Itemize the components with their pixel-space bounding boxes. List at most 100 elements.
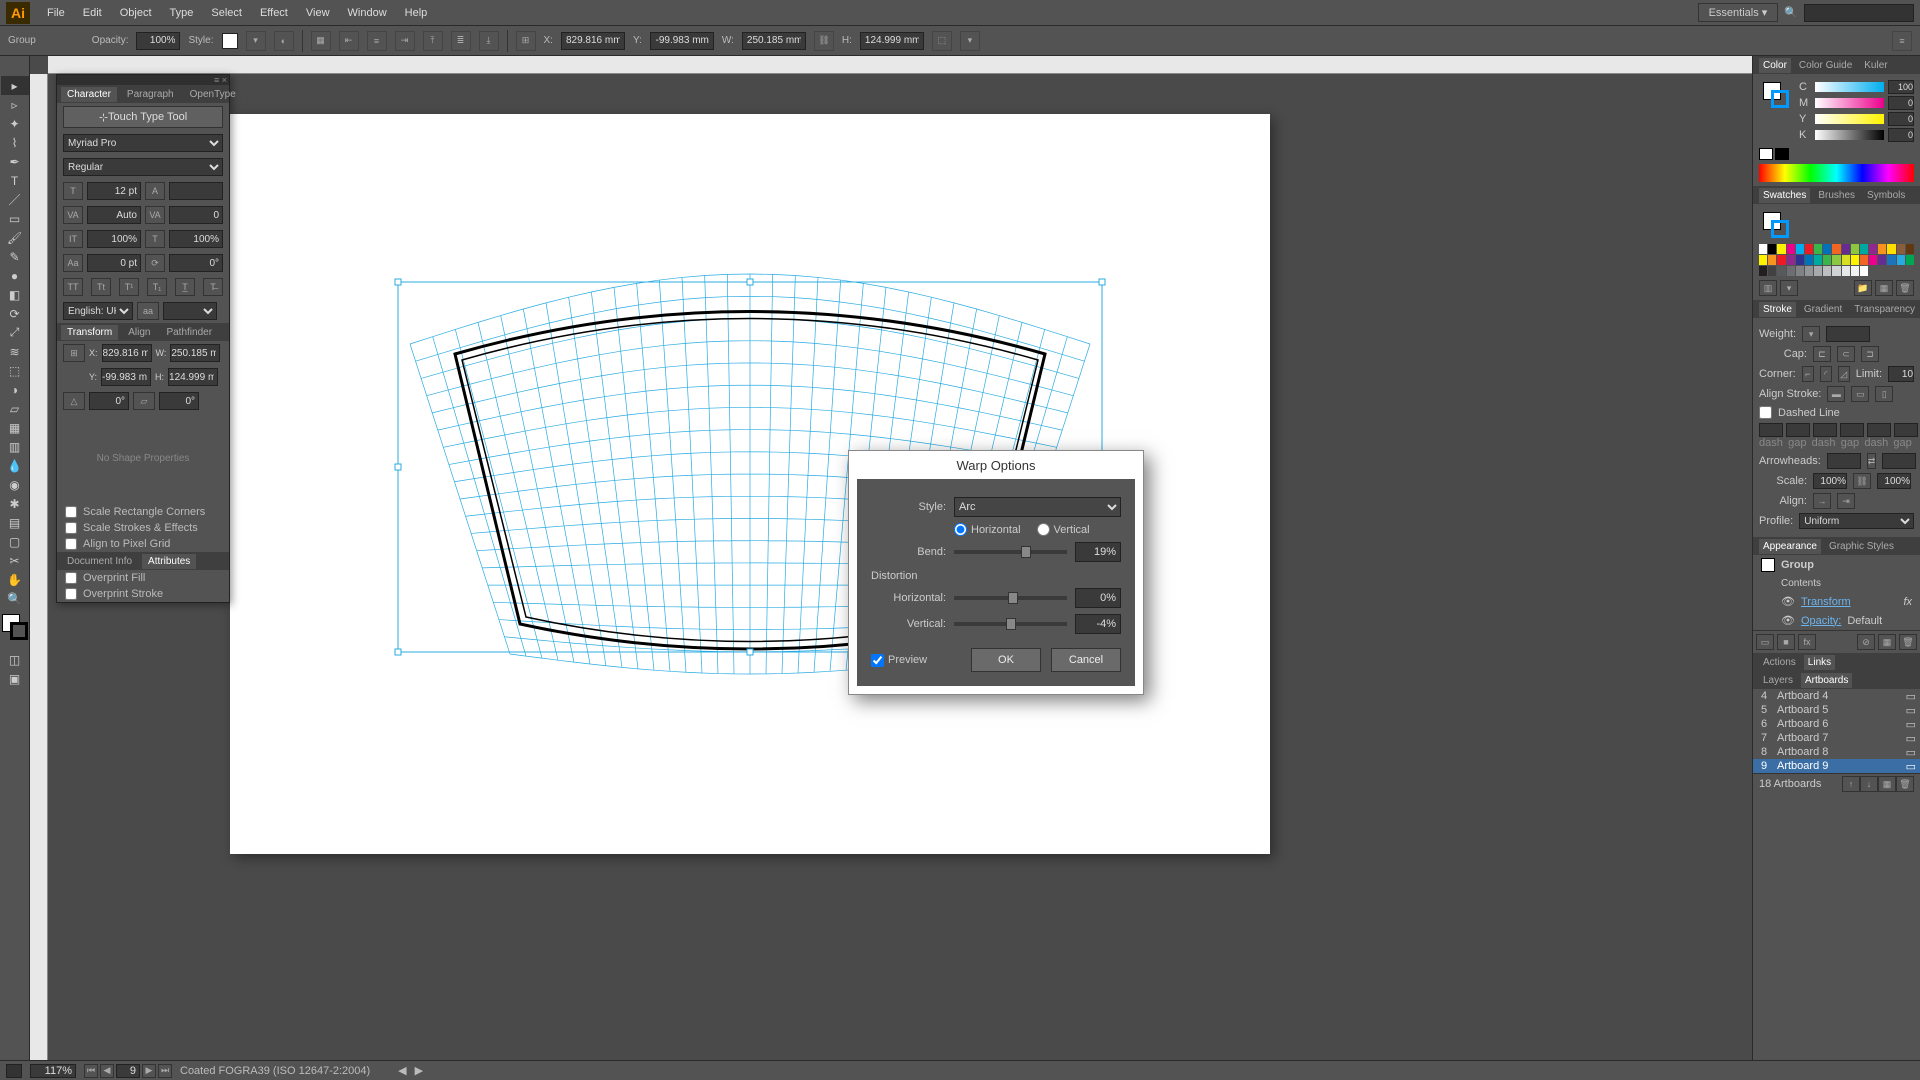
y-slider[interactable] — [1815, 114, 1884, 124]
arrowalign2-icon[interactable]: ⇥ — [1837, 493, 1855, 509]
width-tool[interactable]: ≋ — [1, 342, 29, 361]
scale-tool[interactable]: ⤢ — [1, 323, 29, 342]
transform-menu-icon[interactable]: ▾ — [960, 31, 980, 51]
gap2[interactable] — [1840, 423, 1864, 437]
pencil-tool[interactable]: ✎ — [1, 247, 29, 266]
menu-file[interactable]: File — [38, 7, 74, 19]
gap1[interactable] — [1786, 423, 1810, 437]
align-pixel-checkbox[interactable] — [65, 538, 77, 550]
status-scroll-left-icon[interactable]: ◀ — [398, 1064, 406, 1077]
menu-help[interactable]: Help — [396, 7, 437, 19]
align-right-icon[interactable]: ⇥ — [395, 31, 415, 51]
swatch[interactable] — [1777, 266, 1785, 276]
tf-x-field[interactable] — [102, 344, 152, 362]
profile-select[interactable]: Uniform — [1799, 513, 1914, 529]
appearance-transform[interactable]: Transform — [1801, 596, 1851, 608]
swatch[interactable] — [1787, 255, 1795, 265]
menu-edit[interactable]: Edit — [74, 7, 111, 19]
slice-tool[interactable]: ✂ — [1, 551, 29, 570]
bend-slider[interactable] — [954, 550, 1067, 554]
align-center-icon[interactable]: ▬ — [1827, 386, 1845, 402]
tab-paragraph[interactable]: Paragraph — [121, 87, 180, 102]
vis-icon2[interactable]: 👁 — [1781, 614, 1795, 627]
color-fillstroke[interactable] — [1763, 82, 1791, 110]
tracking-field[interactable] — [169, 206, 223, 224]
cap-round-icon[interactable]: ⊂ — [1837, 346, 1855, 362]
font-size-field[interactable] — [87, 182, 141, 200]
style-dropdown[interactable]: ▾ — [246, 31, 266, 51]
swatch[interactable] — [1777, 244, 1785, 254]
nav-prev-icon[interactable]: ◀ — [100, 1064, 114, 1078]
bend-field[interactable] — [1075, 542, 1121, 562]
gap3[interactable] — [1894, 423, 1918, 437]
corner-bevel-icon[interactable]: ◿ — [1838, 366, 1850, 382]
tab-symbols[interactable]: Symbols — [1863, 188, 1909, 203]
style-swatch[interactable] — [222, 33, 238, 49]
nav-page-field[interactable] — [116, 1064, 140, 1078]
black-swatch[interactable] — [1775, 148, 1789, 160]
artboard-row[interactable]: 4Artboard 4▭ — [1753, 689, 1920, 703]
charrotate-field[interactable] — [169, 254, 223, 272]
c-field[interactable] — [1888, 80, 1914, 94]
weight-field[interactable] — [1826, 326, 1870, 342]
swatch[interactable] — [1805, 255, 1813, 265]
allcaps-icon[interactable]: TT — [63, 278, 83, 296]
arrowscale2[interactable] — [1877, 473, 1911, 489]
swatch[interactable] — [1860, 244, 1868, 254]
artboard-row[interactable]: 5Artboard 5▭ — [1753, 703, 1920, 717]
arrow-end[interactable] — [1882, 453, 1916, 469]
tf-h-field[interactable] — [168, 368, 218, 386]
add-stroke-icon[interactable]: ▭ — [1756, 634, 1774, 650]
gradient-tool[interactable]: ▥ — [1, 437, 29, 456]
tf-rotate-field[interactable] — [89, 392, 129, 410]
blob-brush-tool[interactable]: ● — [1, 266, 29, 285]
appearance-opacity-label[interactable]: Opacity: — [1801, 615, 1841, 627]
underline-icon[interactable]: T̲ — [175, 278, 195, 296]
paintbrush-tool[interactable]: 🖌 — [1, 228, 29, 247]
artboard-tool[interactable]: ▢ — [1, 532, 29, 551]
swatch[interactable] — [1897, 255, 1905, 265]
ab-down-icon[interactable]: ↓ — [1860, 776, 1878, 792]
swatch[interactable] — [1768, 266, 1776, 276]
swatch[interactable] — [1823, 244, 1831, 254]
smallcaps-icon[interactable]: Tt — [91, 278, 111, 296]
align-left-icon[interactable]: ⇤ — [339, 31, 359, 51]
spectrum-ramp[interactable] — [1759, 164, 1914, 182]
dist-h-field[interactable] — [1075, 588, 1121, 608]
status-scroll-right-icon[interactable]: ▶ — [415, 1064, 423, 1077]
dashed-checkbox[interactable] — [1759, 406, 1772, 419]
menu-view[interactable]: View — [297, 7, 339, 19]
swatch[interactable] — [1878, 255, 1886, 265]
vscale-field[interactable] — [87, 230, 141, 248]
swatch[interactable] — [1814, 266, 1822, 276]
kerning-field[interactable] — [87, 206, 141, 224]
swatch[interactable] — [1860, 266, 1868, 276]
type-tool[interactable]: T — [1, 171, 29, 190]
swatch-fillstroke[interactable] — [1763, 212, 1791, 240]
align-outside-icon[interactable]: ▯ — [1875, 386, 1893, 402]
swatch-new-icon[interactable]: ▦ — [1875, 280, 1893, 296]
shape-mode-icon[interactable]: ⬚ — [932, 31, 952, 51]
draw-mode-icon[interactable]: ◫ — [1, 650, 29, 669]
artboard-list[interactable]: 4Artboard 4▭5Artboard 5▭6Artboard 6▭7Art… — [1753, 689, 1920, 773]
perspective-tool[interactable]: ▱ — [1, 399, 29, 418]
subscript-icon[interactable]: T₁ — [147, 278, 167, 296]
cap-square-icon[interactable]: ⊐ — [1861, 346, 1879, 362]
swatch[interactable] — [1796, 244, 1804, 254]
free-transform-tool[interactable]: ⬚ — [1, 361, 29, 380]
swatch[interactable] — [1814, 255, 1822, 265]
rectangle-tool[interactable]: ▭ — [1, 209, 29, 228]
arrowscale-link-icon[interactable]: ⛓ — [1853, 473, 1871, 489]
swatch-lib-icon[interactable]: ▥ — [1759, 280, 1777, 296]
swatch[interactable] — [1869, 244, 1877, 254]
tab-stroke[interactable]: Stroke — [1759, 302, 1796, 317]
constrain-icon[interactable]: ⛓ — [814, 31, 834, 51]
pen-tool[interactable]: ✒ — [1, 152, 29, 171]
appearance-contents[interactable]: Contents — [1753, 575, 1920, 592]
swatch[interactable] — [1906, 244, 1914, 254]
opacity-field[interactable] — [136, 32, 180, 50]
tab-opentype[interactable]: OpenType — [184, 87, 242, 102]
swatch[interactable] — [1832, 244, 1840, 254]
hand-tool[interactable]: ✋ — [1, 570, 29, 589]
vis-icon[interactable]: 👁 — [1781, 595, 1795, 608]
